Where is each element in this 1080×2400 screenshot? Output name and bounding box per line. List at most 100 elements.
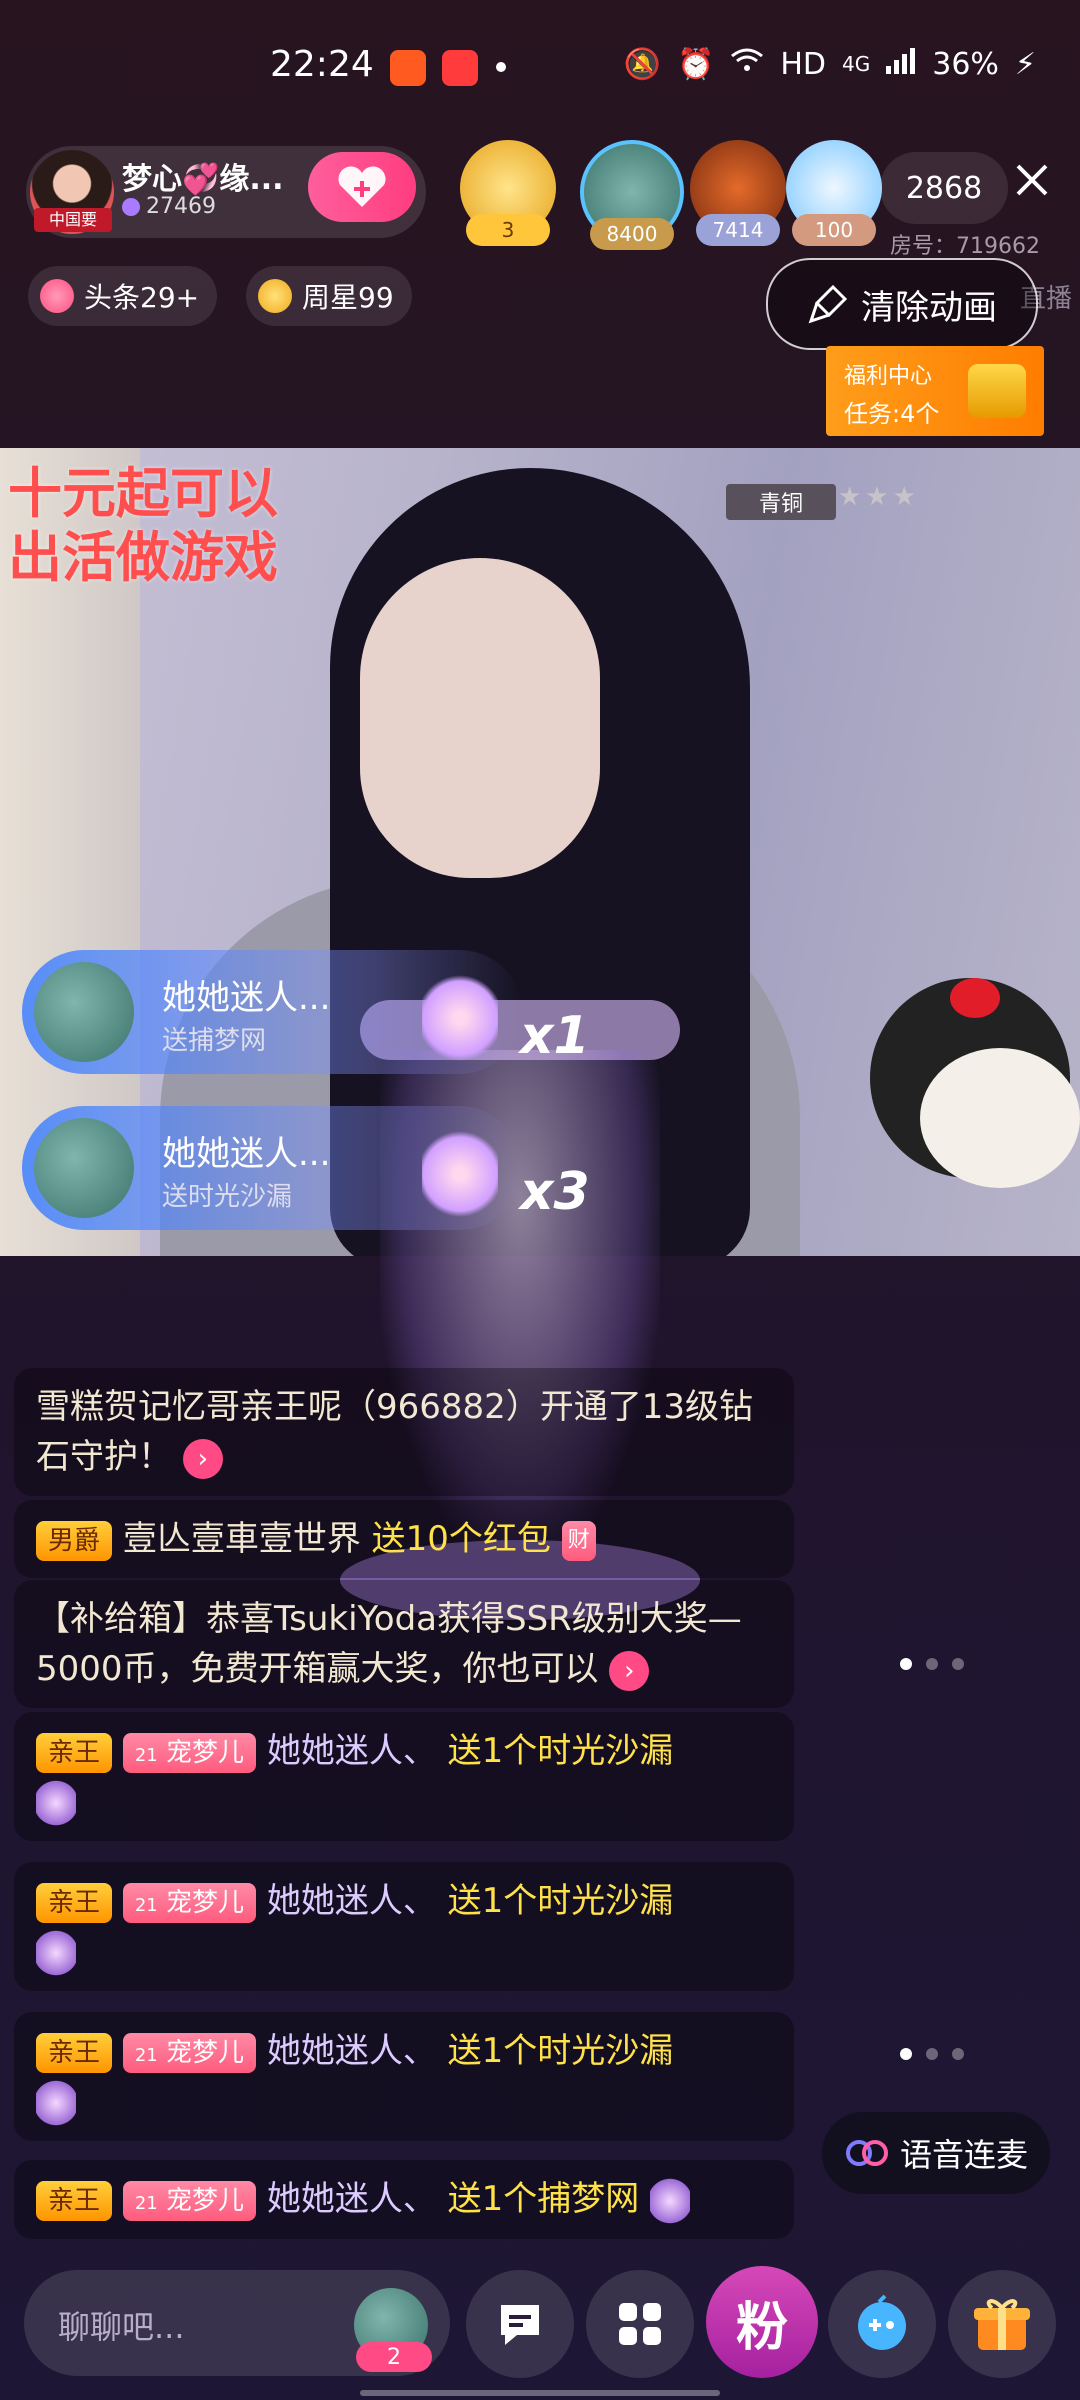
voice-link-icon xyxy=(845,2140,888,2166)
follow-button[interactable] xyxy=(308,152,416,222)
chat-message[interactable]: 雪糕贺记忆哥亲王呢（966882）开通了13级钻石守护！ › xyxy=(14,1368,794,1496)
chat-button[interactable] xyxy=(466,2270,574,2378)
status-dot xyxy=(496,62,506,72)
viewer-badge: 8400 xyxy=(590,218,674,250)
chat-gift-row[interactable]: 亲王 21 宠梦儿 她她迷人、 送1个捕梦网 xyxy=(14,2160,794,2239)
chat-user[interactable]: 壹亾壹車壹世界 xyxy=(123,1519,361,1559)
week-star-pill[interactable]: 周星99 xyxy=(246,266,412,326)
streamer-face xyxy=(360,558,600,878)
chat-user[interactable]: 她她迷人、 xyxy=(267,1731,437,1771)
fan-club-tag: 21 宠梦儿 xyxy=(122,2180,257,2221)
plush-toy-face xyxy=(920,1048,1080,1188)
promo-line-1: 十元起可以 xyxy=(8,462,278,525)
gift-count: x3 xyxy=(520,1162,590,1222)
apps-button[interactable] xyxy=(586,2270,694,2378)
follow-heart-icon xyxy=(338,166,386,207)
gift-sender-name: 她她迷人... xyxy=(162,1134,331,1174)
gift-description: 送时光沙漏 xyxy=(162,1182,293,1212)
clear-animation-button[interactable]: 清除动画 xyxy=(766,258,1038,350)
carousel-dots xyxy=(900,2048,964,2060)
game-icon xyxy=(858,2294,906,2350)
chat-line: 【补给箱】恭喜TsukiYoda获得SSR级别大奖—5000币，免费开箱赢大奖，… xyxy=(14,1580,794,1708)
gift-button[interactable] xyxy=(948,2270,1056,2378)
red-envelope-icon: 财 xyxy=(561,1520,596,1561)
rank-stars: ★★★ xyxy=(838,482,920,512)
chat-line: 雪糕贺记忆哥亲王呢（966882）开通了13级钻石守护！ › xyxy=(14,1368,794,1496)
fans-icon xyxy=(122,198,140,216)
chevron-right-icon[interactable]: › xyxy=(182,1438,223,1479)
carousel-dot xyxy=(952,2048,964,2060)
chat-gift-row[interactable]: 亲王 21 宠梦儿 她她迷人、 送1个时光沙漏 xyxy=(14,1712,794,1841)
apps-icon xyxy=(619,2303,661,2345)
gift-sender-avatar xyxy=(34,1118,134,1218)
top-viewer-1[interactable]: 3 xyxy=(460,140,556,246)
carousel-dot xyxy=(900,2048,912,2060)
top-viewer-3[interactable]: 7414 xyxy=(690,140,786,246)
plush-bow xyxy=(950,978,1000,1018)
carousel-dot xyxy=(952,1658,964,1670)
welfare-title: 福利中心 xyxy=(844,364,933,389)
chat-line: 亲王 21 宠梦儿 她她迷人、 送1个捕梦网 xyxy=(14,2160,794,2239)
chat-message[interactable]: 【补给箱】恭喜TsukiYoda获得SSR级别大奖—5000币，免费开箱赢大奖，… xyxy=(14,1580,794,1708)
rank-badge: 青铜 xyxy=(726,484,836,520)
fan-club-button[interactable]: 粉 xyxy=(706,2266,818,2378)
clear-animation-label: 清除动画 xyxy=(861,287,997,328)
chat-user[interactable]: 她她迷人、 xyxy=(267,2031,437,2071)
rank-tag: 亲王 xyxy=(36,2032,113,2073)
hourglass-icon xyxy=(36,1778,76,1827)
chat-input-placeholder: 聊聊吧... xyxy=(58,2308,185,2346)
headline-label: 头条29+ xyxy=(84,281,200,314)
wifi-icon xyxy=(730,47,764,82)
hourglass-icon xyxy=(36,2078,76,2127)
viewer-count[interactable]: 2868 xyxy=(880,152,1008,224)
signal-icon xyxy=(886,46,916,82)
chat-line: 亲王 21 宠梦儿 她她迷人、 送1个时光沙漏 xyxy=(14,1712,794,1841)
home-indicator[interactable] xyxy=(360,2390,720,2396)
room-number: 房号：719662 xyxy=(890,234,1040,259)
chat-gift-row[interactable]: 亲王 21 宠梦儿 她她迷人、 送1个时光沙漏 xyxy=(14,1862,794,1991)
chat-user[interactable]: 她她迷人、 xyxy=(267,1881,437,1921)
gift-icon xyxy=(974,2299,1030,2350)
chat-line: 亲王 21 宠梦儿 她她迷人、 送1个时光沙漏 xyxy=(14,2012,794,2141)
gift-banner[interactable]: 她她迷人... 送时光沙漏 xyxy=(22,1106,522,1230)
welfare-center[interactable]: 福利中心 任务:4个 xyxy=(826,346,1044,436)
fan-club-tag: 21 宠梦儿 xyxy=(122,1732,257,1773)
rank-tag: 亲王 xyxy=(36,1882,113,1923)
close-icon[interactable] xyxy=(1012,160,1052,211)
star-icon xyxy=(258,279,292,313)
chevron-right-icon[interactable]: › xyxy=(609,1650,650,1691)
alarm-icon: ⏰ xyxy=(676,46,715,82)
gift-banner[interactable]: 她她迷人... 送捕梦网 xyxy=(22,950,522,1074)
voice-link-button[interactable]: 语音连麦 xyxy=(822,2112,1050,2194)
hourglass-icon xyxy=(422,1126,498,1222)
gift-description: 送捕梦网 xyxy=(162,1026,267,1056)
top-viewer-2[interactable]: 8400 xyxy=(580,140,684,250)
chat-input[interactable]: 聊聊吧... 2 xyxy=(24,2270,450,2376)
welfare-tasks: 任务:4个 xyxy=(844,400,940,428)
dreamcatcher-icon xyxy=(422,970,498,1066)
charging-icon: ⚡ xyxy=(1014,46,1036,82)
game-button[interactable] xyxy=(828,2270,936,2378)
viewer-badge: 100 xyxy=(792,214,876,246)
network-type: HD xyxy=(780,46,826,82)
fan-club-tag: 21 宠梦儿 xyxy=(122,1882,257,1923)
viewer-badge: 3 xyxy=(466,214,550,246)
status-time: 22:24 xyxy=(270,44,374,85)
headline-pill[interactable]: 头条29+ xyxy=(28,266,218,326)
chat-line: 亲王 21 宠梦儿 她她迷人、 送1个时光沙漏 xyxy=(14,1862,794,1991)
week-star-label: 周星99 xyxy=(302,281,394,314)
hourglass-icon xyxy=(36,1928,76,1977)
rank-tag: 亲王 xyxy=(36,2180,113,2221)
flame-icon xyxy=(40,279,74,313)
carousel-dot xyxy=(926,2048,938,2060)
fan-badge: 2 xyxy=(356,2342,432,2372)
chat-message[interactable]: 男爵 壹亾壹車壹世界 送10个红包 财 xyxy=(14,1500,794,1578)
chat-line: 男爵 壹亾壹車壹世界 送10个红包 财 xyxy=(14,1500,794,1578)
chat-text: 送1个时光沙漏 xyxy=(447,1731,674,1771)
promo-text: 十元起可以 出活做游戏 xyxy=(8,462,278,590)
dreamcatcher-icon xyxy=(650,2176,691,2225)
chat-gift-row[interactable]: 亲王 21 宠梦儿 她她迷人、 送1个时光沙漏 xyxy=(14,2012,794,2141)
top-viewer-4[interactable]: 100 xyxy=(786,140,882,246)
gift-sender-name: 她她迷人... xyxy=(162,978,331,1018)
chat-user[interactable]: 她她迷人、 xyxy=(267,2179,437,2219)
